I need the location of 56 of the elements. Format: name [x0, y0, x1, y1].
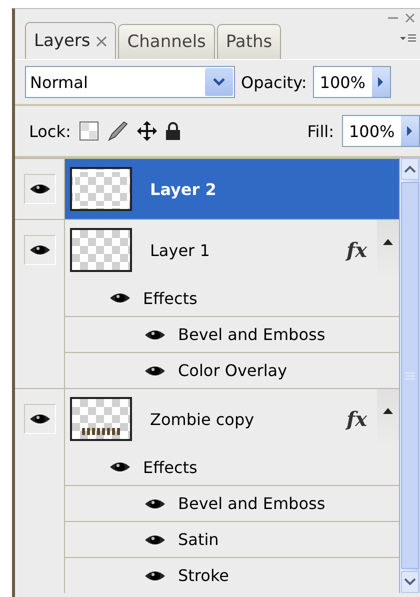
- layer-name: Layer 2: [150, 180, 218, 198]
- fx-label: fx: [346, 407, 367, 431]
- effect-row[interactable]: Color Overlay: [65, 352, 399, 388]
- eye-icon: [28, 243, 50, 257]
- visibility-toggle[interactable]: [24, 404, 56, 434]
- fill-label: Fill:: [307, 122, 334, 140]
- effect-row[interactable]: Stroke: [65, 557, 399, 593]
- lock-icon[interactable]: [164, 122, 181, 140]
- effect-row[interactable]: Bevel and Emboss: [65, 485, 399, 521]
- chevron-down-icon[interactable]: [404, 578, 416, 586]
- opacity-field[interactable]: 100%: [312, 66, 391, 98]
- menu-icon[interactable]: [400, 33, 416, 43]
- move-icon[interactable]: [136, 121, 157, 141]
- layer-thumbnail: [70, 397, 132, 441]
- eye-icon: [109, 291, 131, 305]
- fx-label: fx: [346, 238, 367, 262]
- chevron-up-icon[interactable]: [404, 165, 416, 173]
- eye-icon: [144, 496, 166, 510]
- effect-row[interactable]: Satin: [65, 521, 399, 557]
- arrow-right-icon[interactable]: [406, 126, 414, 136]
- eye-icon: [109, 460, 131, 474]
- layer-row[interactable]: Zombie copy fx: [65, 389, 399, 449]
- eye-icon: [28, 182, 50, 196]
- panel-tab[interactable]: Layers: [25, 22, 116, 59]
- layer-thumbnail: [70, 228, 132, 272]
- close-icon[interactable]: [96, 36, 108, 46]
- lock-label: Lock:: [29, 122, 71, 140]
- eye-icon: [144, 364, 166, 378]
- minimize-close-icon[interactable]: [386, 13, 416, 23]
- panel-tab[interactable]: Paths: [216, 24, 282, 59]
- layer-row[interactable]: Layer 2: [65, 159, 399, 219]
- layer-thumbnail: [70, 167, 132, 211]
- triangle-up-icon: [382, 407, 394, 415]
- opacity-label: Opacity:: [241, 72, 307, 92]
- triangle-up-icon: [382, 238, 394, 246]
- layer-name: Layer 1: [150, 240, 211, 260]
- eye-icon: [28, 412, 50, 426]
- eye-icon: [144, 328, 166, 342]
- grip-icon: [405, 372, 415, 380]
- visibility-toggle[interactable]: [24, 174, 56, 204]
- panel-tab[interactable]: Channels: [118, 24, 215, 59]
- effects-group-row[interactable]: Effects: [65, 449, 399, 485]
- layer-row[interactable]: Layer 1 fx: [65, 220, 399, 280]
- effect-row[interactable]: Bevel and Emboss: [65, 316, 399, 352]
- chevron-down-icon: [213, 78, 225, 86]
- eye-icon: [144, 532, 166, 546]
- fill-field[interactable]: 100%: [342, 115, 420, 147]
- effects-group-row[interactable]: Effects: [65, 280, 399, 316]
- blend-mode-dropdown[interactable]: Normal: [25, 66, 235, 98]
- scrollbar[interactable]: [399, 158, 420, 593]
- visibility-toggle[interactable]: [24, 235, 56, 265]
- arrow-right-icon[interactable]: [377, 77, 384, 87]
- brush-icon[interactable]: [106, 121, 129, 141]
- eye-icon: [144, 568, 166, 582]
- layer-name: Zombie copy: [150, 410, 256, 428]
- lock-transparency-icon[interactable]: [78, 121, 99, 141]
